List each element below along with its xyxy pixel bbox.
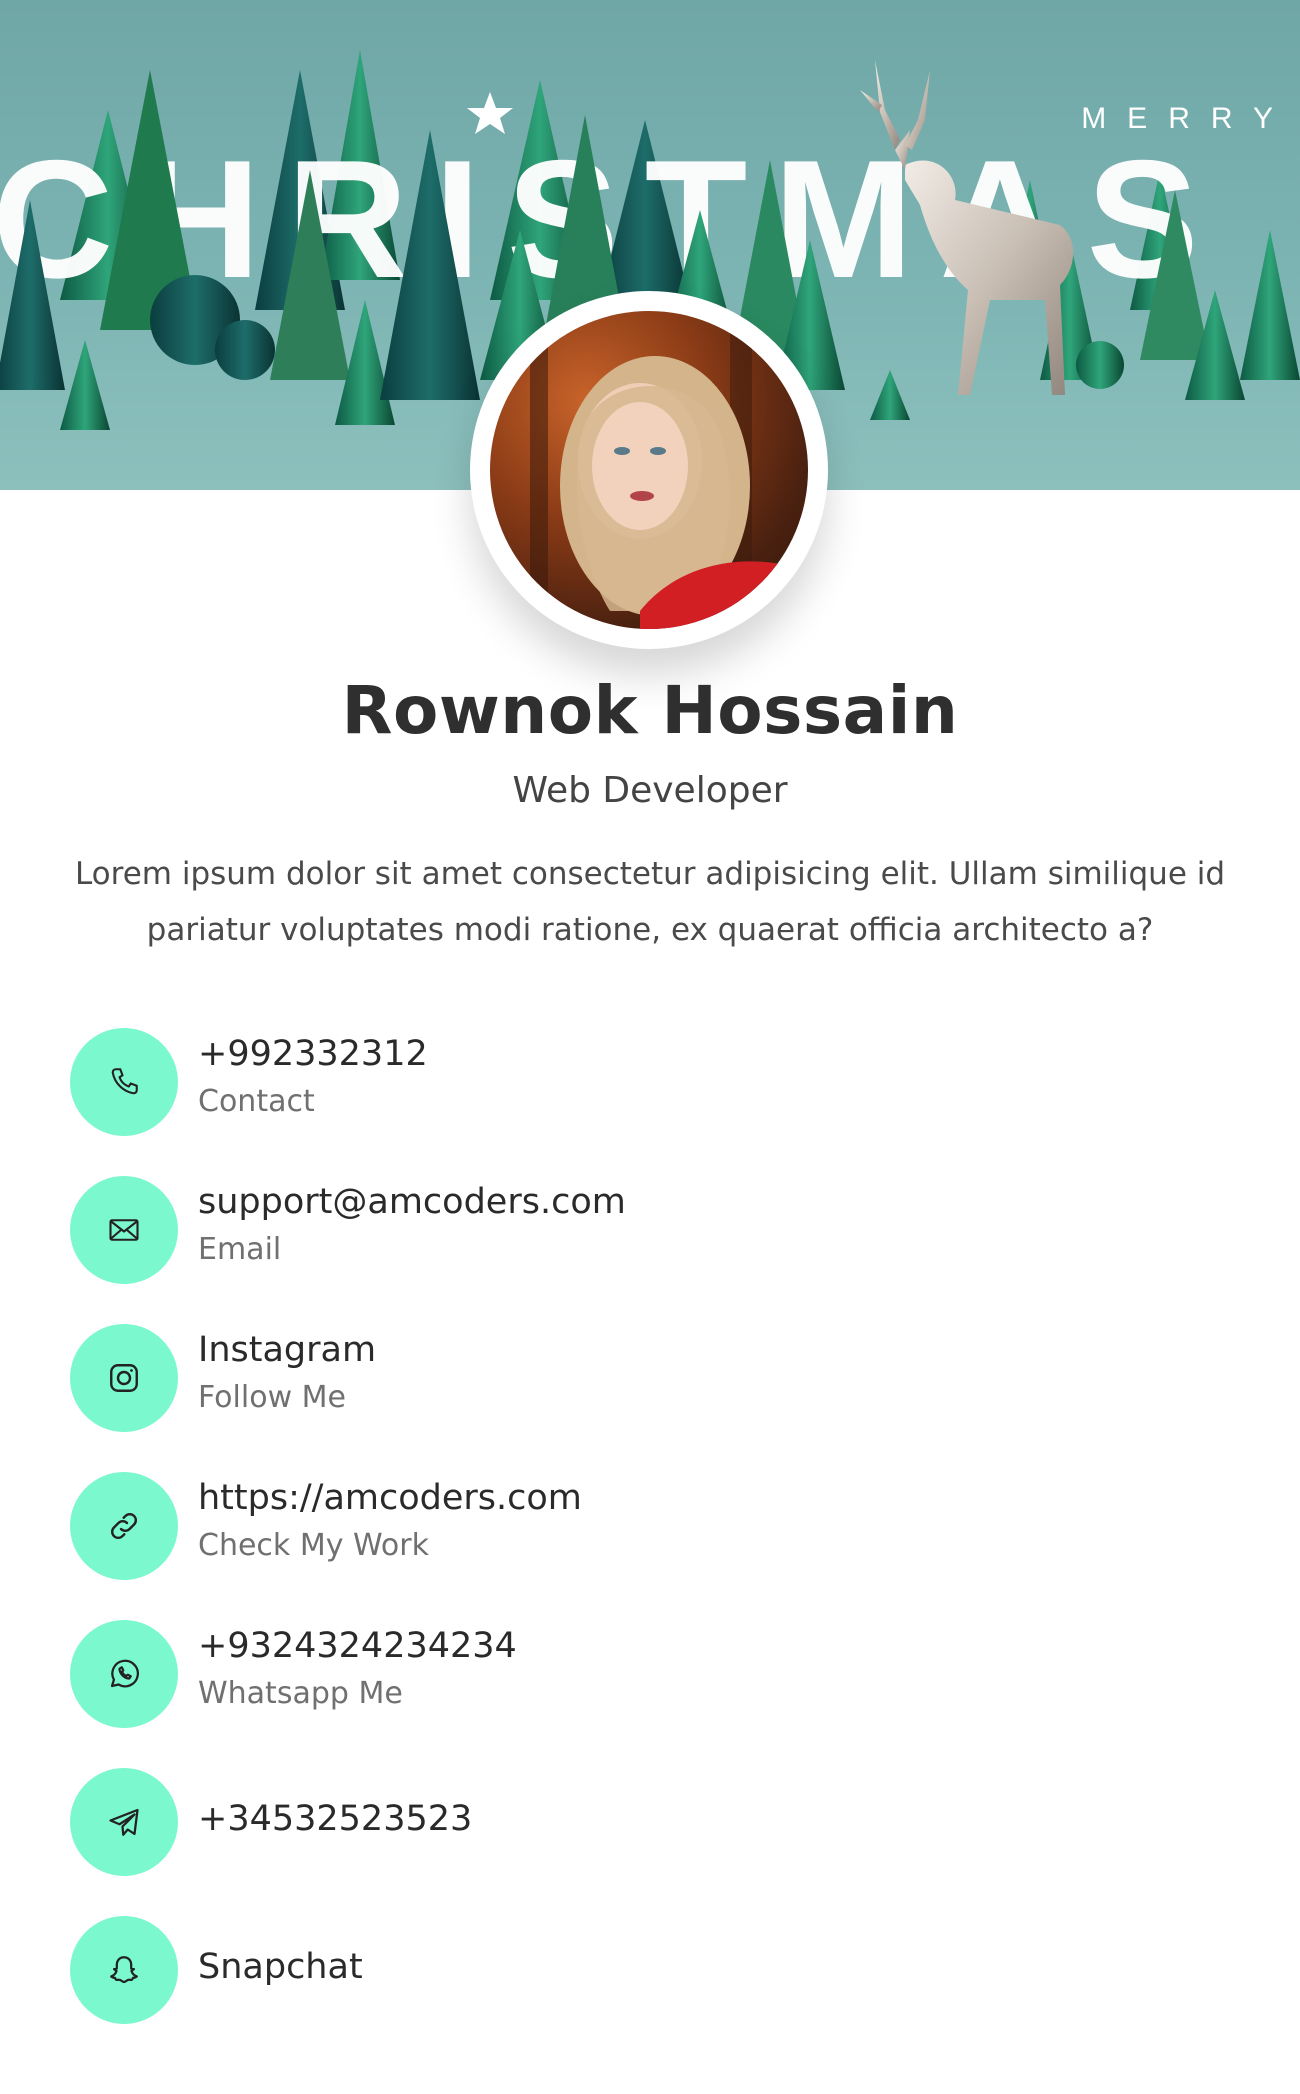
phone-icon bbox=[70, 1028, 178, 1136]
profile-role: Web Developer bbox=[512, 770, 788, 811]
snapchat-icon bbox=[70, 1916, 178, 2024]
contact-instagram[interactable]: Instagram Follow Me bbox=[70, 1324, 1170, 1432]
profile-photo bbox=[530, 311, 808, 629]
contact-phone[interactable]: +992332312 Contact bbox=[70, 1028, 1170, 1136]
mail-icon bbox=[70, 1176, 178, 1284]
link-icon bbox=[70, 1472, 178, 1580]
contact-subtitle: Check My Work bbox=[198, 1528, 429, 1563]
profile-bio: Lorem ipsum dolor sit amet consectetur a… bbox=[74, 856, 1226, 948]
contact-website[interactable]: https://amcoders.com Check My Work bbox=[70, 1472, 1170, 1580]
contact-snapchat[interactable]: Snapchat bbox=[70, 1916, 1170, 2024]
contact-subtitle: Follow Me bbox=[198, 1380, 346, 1415]
contact-title: +34532523523 bbox=[198, 1799, 473, 1839]
contact-subtitle: Whatsapp Me bbox=[198, 1676, 403, 1711]
contact-title: +9324324234234 bbox=[198, 1626, 517, 1666]
contact-whatsapp[interactable]: +9324324234234 Whatsapp Me bbox=[70, 1620, 1170, 1728]
contact-title: +992332312 bbox=[198, 1034, 428, 1074]
contact-title: support@amcoders.com bbox=[198, 1182, 626, 1222]
contact-telegram[interactable]: +34532523523 bbox=[70, 1768, 1170, 1876]
profile-name: Rownok Hossain bbox=[341, 672, 959, 749]
contact-title: Snapchat bbox=[198, 1947, 363, 1987]
contact-title: Instagram bbox=[198, 1330, 377, 1370]
avatar-ring bbox=[470, 291, 828, 649]
contact-email[interactable]: support@amcoders.com Email bbox=[70, 1176, 1170, 1284]
contact-subtitle: Email bbox=[198, 1232, 282, 1267]
whatsapp-icon bbox=[70, 1620, 178, 1728]
contact-title: https://amcoders.com bbox=[198, 1478, 582, 1518]
telegram-icon bbox=[70, 1768, 178, 1876]
profile-avatar bbox=[490, 311, 808, 629]
contact-subtitle: Contact bbox=[198, 1084, 315, 1119]
instagram-icon bbox=[70, 1324, 178, 1432]
